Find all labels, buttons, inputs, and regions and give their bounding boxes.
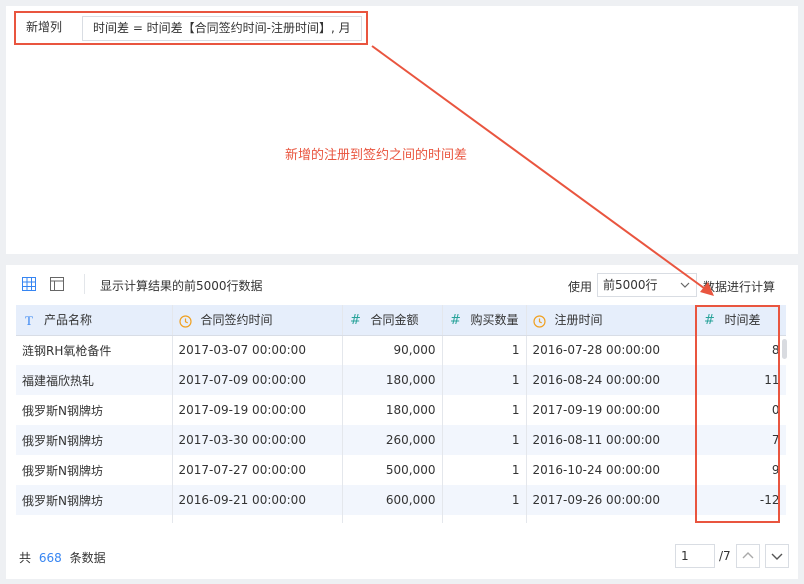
chevron-up-icon — [742, 552, 754, 559]
record-count: 共 668 条数据 — [19, 551, 106, 565]
previous-page-button[interactable] — [736, 544, 760, 568]
page-number-input[interactable]: 1 — [675, 544, 715, 568]
chevron-down-icon — [771, 553, 783, 560]
annotation-arrow — [371, 45, 714, 296]
page-total: /7 — [719, 549, 731, 563]
record-count-value: 668 — [38, 551, 62, 565]
next-page-button[interactable] — [765, 544, 789, 568]
